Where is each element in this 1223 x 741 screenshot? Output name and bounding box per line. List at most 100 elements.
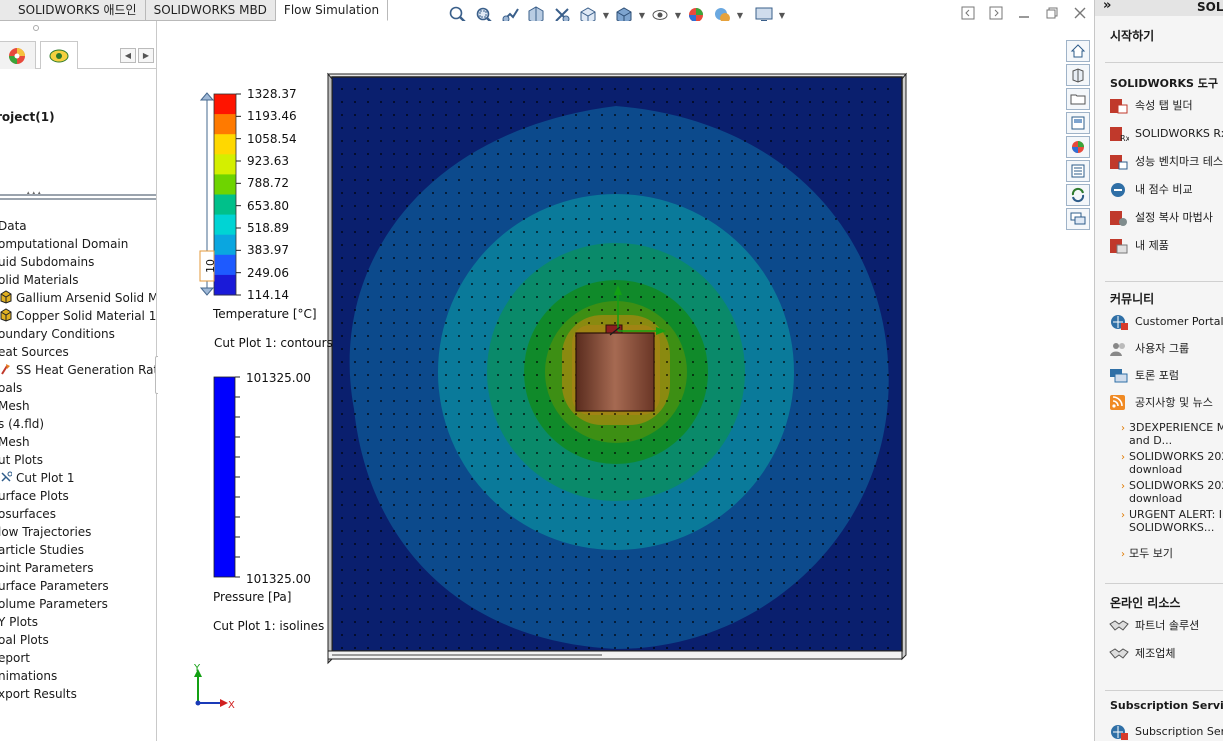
task-pane-link[interactable]: 사용자 그룹	[1109, 339, 1189, 359]
file-explorer-icon[interactable]	[1066, 88, 1090, 110]
chevron-down-icon[interactable]: ▼	[638, 11, 646, 20]
tree-item[interactable]: uid Subdomains	[0, 253, 94, 271]
task-pane-link[interactable]: 성능 벤치마크 테스	[1109, 152, 1223, 172]
tree-item[interactable]: olume Parameters	[0, 595, 108, 613]
tab-appearance[interactable]	[0, 41, 36, 69]
task-pane-link[interactable]: 속성 탭 빌더	[1109, 96, 1193, 116]
tree-item[interactable]: olid Materials	[0, 271, 78, 289]
tab-mbd[interactable]: SOLIDWORKS MBD	[146, 0, 276, 21]
pressure-min-value: 101325.00	[246, 572, 311, 586]
command-manager-tabs: SOLIDWORKS 애드인 SOLIDWORKS MBD Flow Simul…	[0, 0, 389, 21]
task-pane-link[interactable]: 토론 포럼	[1109, 366, 1179, 386]
news-item[interactable]: › URGENT ALERT: In SOLIDWORKS...	[1121, 508, 1223, 534]
tile-left-icon[interactable]	[957, 3, 979, 23]
task-pane-link[interactable]: 공지사항 및 뉴스	[1109, 393, 1213, 413]
tab-addins[interactable]: SOLIDWORKS 애드인	[0, 0, 146, 21]
tree-item-label: s (4.fld)	[0, 417, 45, 431]
news-item[interactable]: › 3DEXPERIENCE Mand D...	[1121, 421, 1223, 447]
legend-color-band	[214, 94, 236, 115]
task-pane-link[interactable]: 설정 복사 마법사	[1109, 208, 1213, 228]
tree-item[interactable]: Y Plots	[0, 613, 38, 631]
task-pane-tabs	[1066, 40, 1094, 232]
appearances-scenes-icon[interactable]	[1066, 136, 1090, 158]
legend-scroll-down[interactable]	[199, 287, 215, 296]
custom-properties-icon[interactable]	[1066, 160, 1090, 182]
graphics-area[interactable]: 10 Y X 1328.37 1193.46 1058.54 923.63 788.72…	[158, 21, 1094, 741]
section-getting-started: 시작하기	[1110, 29, 1155, 43]
tree-item[interactable]: Mesh	[0, 433, 30, 451]
close-icon[interactable]	[1069, 3, 1091, 23]
temperature-legend-value: 383.97	[247, 243, 289, 258]
tree-item-label: oal Plots	[0, 633, 49, 647]
chevron-down-icon[interactable]: ▼	[674, 11, 682, 20]
design-library-icon[interactable]	[1066, 64, 1090, 86]
copper-component[interactable]	[575, 324, 655, 412]
view-all-link[interactable]: › 모두 보기	[1121, 547, 1173, 560]
tree-item-label: eat Sources	[0, 345, 69, 359]
home-icon[interactable]	[1066, 40, 1090, 62]
tab-scroll-right[interactable]: ▶	[138, 48, 154, 63]
task-pane-link[interactable]: 파트너 솔루션	[1109, 616, 1199, 636]
tree-item[interactable]: Mesh	[0, 397, 30, 415]
tree-item[interactable]: Gallium Arsenid Solid Mat	[0, 289, 156, 307]
panel-splitter[interactable]	[0, 194, 156, 200]
chevron-down-icon[interactable]: ▼	[602, 11, 610, 20]
task-pane-link-label: 설정 복사 마법사	[1135, 211, 1213, 224]
legend-color-band	[214, 254, 236, 276]
legend-scroll-up[interactable]	[199, 92, 215, 101]
legend-color-band	[214, 114, 236, 135]
tile-right-icon[interactable]	[985, 3, 1007, 23]
panel-grip[interactable]	[33, 25, 39, 31]
news-item[interactable]: › SOLIDWORKS 202 download	[1121, 450, 1223, 476]
task-pane-link[interactable]: 내 점수 비교	[1109, 180, 1193, 200]
tree-item[interactable]: eat Sources	[0, 343, 69, 361]
collapse-icon[interactable]: »	[1103, 0, 1111, 13]
view-palette-icon[interactable]	[1066, 112, 1090, 134]
tree-item[interactable]: low Trajectories	[0, 523, 91, 541]
task-pane-link[interactable]: Customer Portal	[1109, 312, 1223, 332]
tree-item[interactable]: nimations	[0, 667, 57, 685]
chevron-down-icon[interactable]: ▼	[778, 11, 786, 20]
tree-item[interactable]: eport	[0, 649, 30, 667]
contour-plot-label: Cut Plot 1: contours	[214, 336, 333, 350]
tree-item[interactable]: ut Plots	[0, 451, 43, 469]
news-item[interactable]: › SOLIDWORKS 202 download	[1121, 479, 1223, 505]
subscription-services-link[interactable]: Subscription Serv	[1109, 722, 1223, 741]
tree-item[interactable]: xport Results	[0, 685, 77, 703]
tab-scroll-left[interactable]: ◀	[120, 48, 136, 63]
legend-color-band	[214, 274, 236, 296]
tree-item[interactable]: SS Heat Generation Rate 1	[0, 361, 156, 379]
task-pane-link[interactable]: 내 제품	[1109, 236, 1169, 256]
news-line-2: and D...	[1129, 434, 1173, 447]
solidworks-window: SOLIDWORKS 애드인 SOLIDWORKS MBD Flow Simul…	[0, 0, 1223, 741]
minimize-icon[interactable]	[1013, 3, 1035, 23]
tab-flow-analysis[interactable]	[40, 41, 78, 69]
tree-item[interactable]: oals	[0, 379, 22, 397]
tree-item[interactable]: omputational Domain	[0, 235, 128, 253]
tree-item[interactable]: Copper Solid Material 1	[0, 307, 156, 325]
chevron-down-icon[interactable]: ▼	[736, 11, 744, 20]
tree-item[interactable]: Cut Plot 1	[0, 469, 75, 487]
tree-item[interactable]: oundary Conditions	[0, 325, 115, 343]
tree-item[interactable]: oint Parameters	[0, 559, 93, 577]
triad-y-label: Y	[193, 663, 201, 674]
tree-item[interactable]: urface Plots	[0, 487, 69, 505]
solidworks-forum-icon[interactable]	[1066, 184, 1090, 206]
tree-item-label: ut Plots	[0, 453, 43, 467]
tree-item[interactable]: oal Plots	[0, 631, 49, 649]
chat-icon[interactable]	[1066, 208, 1090, 230]
task-pane-link[interactable]: 제조업체	[1109, 644, 1175, 664]
news-line-2: download	[1129, 492, 1183, 505]
tree-item[interactable]: urface Parameters	[0, 577, 109, 595]
task-pane-link-label: 내 점수 비교	[1135, 183, 1193, 196]
task-pane-link[interactable]: Rx SOLIDWORKS Rx	[1109, 124, 1223, 144]
tree-item[interactable]: Data	[0, 217, 27, 235]
tree-item[interactable]: s (4.fld)	[0, 415, 44, 433]
legend-color-band	[214, 154, 236, 175]
restore-icon[interactable]	[1041, 3, 1063, 23]
tree-item[interactable]: article Studies	[0, 541, 84, 559]
tree-item[interactable]: osurfaces	[0, 505, 56, 523]
tree-item-label: olid Materials	[0, 273, 79, 287]
tab-flow-simulation[interactable]: Flow Simulation	[275, 0, 389, 21]
project-title[interactable]: roject(1)	[0, 110, 55, 124]
